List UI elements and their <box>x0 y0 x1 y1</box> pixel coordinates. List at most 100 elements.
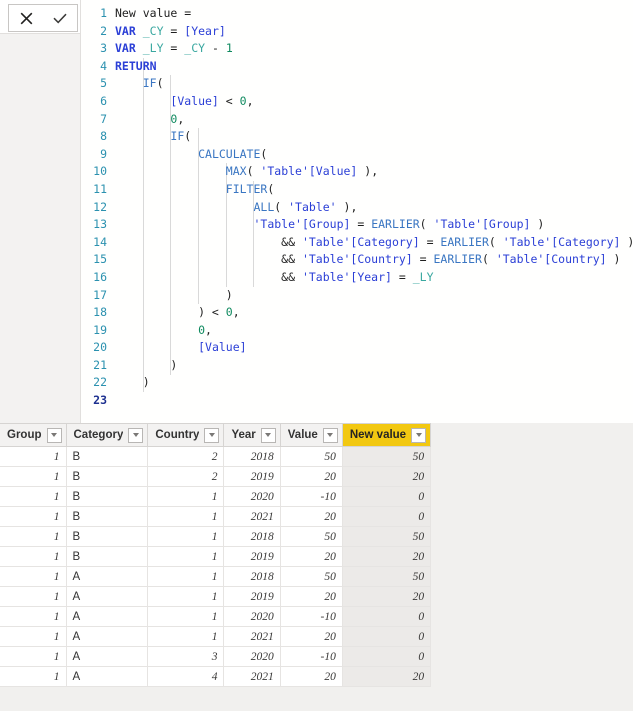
table-row[interactable]: 1 B 1 2019 20 20 <box>0 546 432 567</box>
table-cell-new-value[interactable]: 50 <box>342 446 432 467</box>
table-cell-group[interactable]: 1 <box>0 646 67 667</box>
table-row[interactable]: 1 B 1 2020 -10 0 <box>0 486 432 507</box>
table-row[interactable]: 1 A 1 2019 20 20 <box>0 586 432 607</box>
table-cell-new-value[interactable]: 50 <box>342 526 432 547</box>
table-cell-new-value[interactable]: 0 <box>342 626 432 647</box>
table-cell-country[interactable]: 1 <box>147 546 225 567</box>
table-cell-value[interactable]: -10 <box>280 486 343 507</box>
column-header-value[interactable]: Value <box>280 423 343 447</box>
table-cell-group[interactable]: 1 <box>0 666 67 687</box>
table-cell-year[interactable]: 2020 <box>223 606 281 627</box>
cancel-edit-button[interactable] <box>9 5 43 31</box>
table-cell-group[interactable]: 1 <box>0 466 67 487</box>
table-cell-category[interactable]: B <box>66 506 149 527</box>
table-cell-value[interactable]: 20 <box>280 506 343 527</box>
table-cell-country[interactable]: 1 <box>147 526 225 547</box>
column-filter-button[interactable] <box>204 427 220 443</box>
table-cell-year[interactable]: 2019 <box>223 546 281 567</box>
table-row[interactable]: 1 B 1 2018 50 50 <box>0 526 432 547</box>
table-cell-new-value[interactable]: 20 <box>342 666 432 687</box>
code-token: ( <box>267 181 275 196</box>
column-filter-button[interactable] <box>46 427 62 443</box>
table-cell-category[interactable]: A <box>66 586 149 607</box>
table-cell-value[interactable]: -10 <box>280 606 343 627</box>
table-row[interactable]: 1 A 1 2018 50 50 <box>0 566 432 587</box>
dax-code-editor[interactable]: 1 New value = 2 VAR _CY = [Year] 3 VAR _LY = … <box>80 0 633 423</box>
table-cell-category[interactable]: B <box>66 526 149 547</box>
table-cell-value[interactable]: 20 <box>280 466 343 487</box>
column-header-year[interactable]: Year <box>223 423 281 447</box>
table-cell-value[interactable]: 20 <box>280 586 343 607</box>
table-cell-value[interactable]: 20 <box>280 546 343 567</box>
table-cell-category[interactable]: B <box>66 446 149 467</box>
table-cell-country[interactable]: 4 <box>147 666 225 687</box>
table-cell-country[interactable]: 1 <box>147 606 225 627</box>
table-cell-new-value[interactable]: 20 <box>342 586 432 607</box>
table-cell-new-value[interactable]: 20 <box>342 466 432 487</box>
table-cell-year[interactable]: 2020 <box>223 646 281 667</box>
table-cell-country[interactable]: 1 <box>147 486 225 507</box>
table-cell-country[interactable]: 1 <box>147 586 225 607</box>
table-cell-value[interactable]: 20 <box>280 626 343 647</box>
table-cell-category[interactable]: B <box>66 466 149 487</box>
column-filter-button[interactable] <box>322 427 338 443</box>
table-cell-year[interactable]: 2021 <box>223 666 281 687</box>
table-cell-category[interactable]: B <box>66 486 149 507</box>
table-cell-country[interactable]: 2 <box>147 466 225 487</box>
column-filter-button[interactable] <box>411 427 427 443</box>
table-cell-new-value[interactable]: 20 <box>342 546 432 567</box>
table-cell-new-value[interactable]: 0 <box>342 646 432 667</box>
table-cell-group[interactable]: 1 <box>0 626 67 647</box>
table-cell-group[interactable]: 1 <box>0 546 67 567</box>
table-cell-country[interactable]: 3 <box>147 646 225 667</box>
table-cell-value[interactable]: 50 <box>280 446 343 467</box>
column-header-group[interactable]: Group <box>0 423 67 447</box>
table-cell-category[interactable]: A <box>66 666 149 687</box>
accept-edit-button[interactable] <box>43 5 77 31</box>
table-cell-year[interactable]: 2019 <box>223 586 281 607</box>
table-cell-year[interactable]: 2021 <box>223 626 281 647</box>
table-cell-category[interactable]: A <box>66 606 149 627</box>
table-cell-group[interactable]: 1 <box>0 586 67 607</box>
table-row[interactable]: 1 A 1 2021 20 0 <box>0 626 432 647</box>
table-cell-category[interactable]: B <box>66 546 149 567</box>
table-cell-group[interactable]: 1 <box>0 506 67 527</box>
table-row[interactable]: 1 B 2 2019 20 20 <box>0 466 432 487</box>
table-cell-group[interactable]: 1 <box>0 566 67 587</box>
table-cell-new-value[interactable]: 0 <box>342 506 432 527</box>
table-cell-year[interactable]: 2019 <box>223 466 281 487</box>
table-cell-country[interactable]: 1 <box>147 626 225 647</box>
table-cell-group[interactable]: 1 <box>0 606 67 627</box>
table-row[interactable]: 1 A 3 2020 -10 0 <box>0 646 432 667</box>
table-cell-category[interactable]: A <box>66 626 149 647</box>
table-row[interactable]: 1 A 1 2020 -10 0 <box>0 606 432 627</box>
table-cell-year[interactable]: 2018 <box>223 446 281 467</box>
column-header-new-value[interactable]: New value <box>342 423 432 447</box>
table-cell-country[interactable]: 1 <box>147 506 225 527</box>
table-cell-value[interactable]: -10 <box>280 646 343 667</box>
table-cell-value[interactable]: 50 <box>280 566 343 587</box>
table-cell-new-value[interactable]: 0 <box>342 606 432 627</box>
table-cell-new-value[interactable]: 0 <box>342 486 432 507</box>
table-row[interactable]: 1 B 1 2021 20 0 <box>0 506 432 527</box>
table-cell-new-value[interactable]: 50 <box>342 566 432 587</box>
column-filter-button[interactable] <box>128 427 144 443</box>
table-cell-group[interactable]: 1 <box>0 526 67 547</box>
table-cell-year[interactable]: 2021 <box>223 506 281 527</box>
column-filter-button[interactable] <box>260 427 276 443</box>
table-row[interactable]: 1 B 2 2018 50 50 <box>0 446 432 467</box>
table-row[interactable]: 1 A 4 2021 20 20 <box>0 666 432 687</box>
table-cell-category[interactable]: A <box>66 566 149 587</box>
table-cell-value[interactable]: 50 <box>280 526 343 547</box>
column-header-country[interactable]: Country <box>147 423 225 447</box>
table-cell-year[interactable]: 2020 <box>223 486 281 507</box>
table-cell-country[interactable]: 1 <box>147 566 225 587</box>
table-cell-group[interactable]: 1 <box>0 446 67 467</box>
column-header-category[interactable]: Category <box>66 423 149 447</box>
table-cell-category[interactable]: A <box>66 646 149 667</box>
table-cell-group[interactable]: 1 <box>0 486 67 507</box>
table-cell-value[interactable]: 20 <box>280 666 343 687</box>
table-cell-year[interactable]: 2018 <box>223 566 281 587</box>
table-cell-country[interactable]: 2 <box>147 446 225 467</box>
table-cell-year[interactable]: 2018 <box>223 526 281 547</box>
